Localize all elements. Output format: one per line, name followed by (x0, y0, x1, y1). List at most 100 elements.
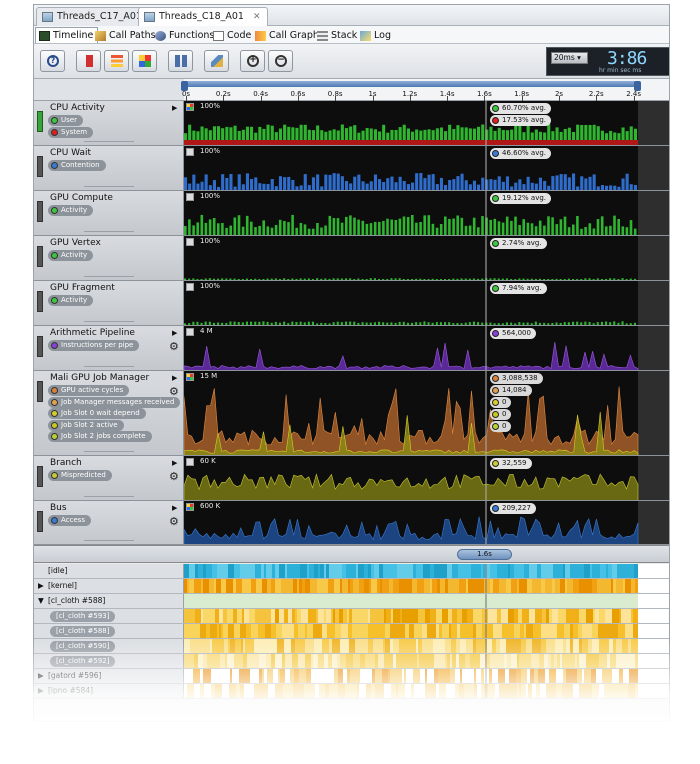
expand-arrow-icon[interactable]: ▶ (38, 581, 44, 590)
chart-area[interactable]: 15 M 3,088,538 14,084 0 0 0 (184, 371, 669, 455)
brush-button[interactable] (204, 50, 229, 72)
thread-heatmap[interactable] (184, 594, 669, 608)
settings-gear-icon[interactable]: ⚙ (169, 340, 179, 353)
tab-code[interactable]: Code (209, 27, 256, 43)
row-color-box[interactable] (186, 458, 194, 466)
thread-row[interactable]: ▼ [cl_cloth #588] (34, 594, 669, 609)
thread-heatmap[interactable] (184, 654, 669, 668)
row-drag-handle[interactable] (37, 111, 43, 132)
row-color-box[interactable] (186, 503, 194, 511)
tab-timeline[interactable]: Timeline (35, 27, 99, 43)
bookmark-button[interactable] (76, 50, 101, 72)
series-toggle[interactable]: Activity (48, 250, 94, 261)
view-splitter[interactable]: 1.6s (34, 545, 669, 563)
cursor-time-marker[interactable]: 1.6s (457, 549, 512, 560)
row-color-box[interactable] (186, 238, 194, 246)
collapse-arrow-icon[interactable]: ▼ (38, 596, 44, 605)
row-resize-grip[interactable] (84, 496, 134, 497)
zoom-out-button[interactable]: − (268, 50, 293, 72)
expand-arrow-icon[interactable]: ▶ (172, 329, 177, 337)
chart-area[interactable]: 4 M 564,000 (184, 326, 669, 370)
thread-heatmap[interactable] (184, 579, 669, 593)
thread-heatmap[interactable] (184, 624, 669, 638)
thread-row[interactable]: [cl_cloth #592] (34, 654, 669, 669)
series-toggle[interactable]: Contention (48, 160, 106, 171)
row-color-box[interactable] (186, 328, 194, 336)
series-toggle[interactable]: Job Slot 2 jobs complete (48, 431, 152, 442)
color-grid-button[interactable] (132, 50, 157, 72)
range-selection-bar[interactable] (181, 81, 641, 91)
thread-heatmap[interactable] (184, 684, 669, 698)
thread-row[interactable]: [cl_cloth #593] (34, 609, 669, 624)
row-drag-handle[interactable] (37, 336, 43, 357)
row-resize-grip[interactable] (84, 366, 134, 367)
series-toggle[interactable]: GPU active cycles (48, 385, 130, 396)
row-drag-handle[interactable] (37, 291, 43, 312)
expand-arrow-icon[interactable]: ▶ (38, 671, 44, 680)
series-toggle[interactable]: System (48, 126, 94, 138)
row-resize-grip[interactable] (84, 276, 134, 277)
tab-stack[interactable]: Stack (313, 27, 362, 43)
thread-row[interactable]: [idle] (34, 564, 669, 579)
chart-area[interactable]: 100% 2.74% avg. (184, 236, 669, 280)
close-tab-icon[interactable]: ✕ (253, 12, 261, 22)
row-drag-handle[interactable] (37, 381, 43, 402)
expand-arrow-icon[interactable]: ▶ (38, 686, 44, 695)
tab-log[interactable]: Log (356, 27, 396, 43)
row-drag-handle[interactable] (37, 201, 43, 222)
chart-area[interactable]: 60 K 32,559 (184, 456, 669, 500)
thread-row[interactable]: [cl_cloth #590] (34, 639, 669, 654)
row-drag-handle[interactable] (37, 156, 43, 177)
row-color-box[interactable] (186, 283, 194, 291)
series-toggle[interactable]: Job Slot 2 active (48, 419, 124, 431)
expand-arrow-icon[interactable]: ▶ (172, 504, 177, 512)
row-resize-grip[interactable] (84, 451, 134, 452)
row-color-box[interactable] (186, 103, 194, 111)
editor-tab-threads-c18[interactable]: Threads_C18_A01 ✕ (138, 7, 268, 26)
thread-row[interactable]: ▶ [ipno #584] (34, 684, 669, 699)
row-drag-handle[interactable] (37, 466, 43, 487)
series-toggle[interactable]: Activity (48, 205, 94, 216)
row-resize-grip[interactable] (84, 540, 134, 541)
row-resize-grip[interactable] (84, 186, 134, 187)
series-toggle[interactable]: Job Manager messages received (48, 396, 181, 408)
editor-tab-threads-c17[interactable]: Threads_C17_A01 (36, 7, 149, 26)
chart-area[interactable]: 100% 60.70% avg. 17.53% avg. (184, 101, 669, 145)
chart-area[interactable]: 100% 19.12% avg. (184, 191, 669, 235)
row-color-box[interactable] (186, 148, 194, 156)
row-resize-grip[interactable] (84, 231, 134, 232)
thread-heatmap[interactable] (184, 669, 669, 683)
row-drag-handle[interactable] (37, 511, 43, 532)
thread-heatmap[interactable] (184, 639, 669, 653)
series-toggle[interactable]: Mispredicted (48, 470, 112, 481)
row-drag-handle[interactable] (37, 246, 43, 267)
settings-gear-icon[interactable]: ⚙ (169, 470, 179, 483)
row-resize-grip[interactable] (84, 141, 134, 142)
row-color-box[interactable] (186, 373, 194, 381)
series-toggle[interactable]: User (48, 115, 83, 126)
row-color-box[interactable] (186, 193, 194, 201)
thread-heatmap[interactable] (184, 609, 669, 623)
call-stack-button[interactable] (104, 50, 129, 72)
expand-arrow-icon[interactable]: ▶ (172, 374, 177, 382)
settings-gear-icon[interactable]: ⚙ (169, 515, 179, 528)
expand-arrow-icon[interactable]: ▶ (172, 104, 177, 112)
row-resize-grip[interactable] (84, 321, 134, 322)
series-toggle[interactable]: Job Slot 0 wait depend (48, 408, 146, 419)
series-toggle[interactable]: Activity (48, 295, 94, 306)
time-ruler[interactable]: 0s 0.2s 0.4s 0.6s 0.8s 1s 1.2s 1.4s 1.6s 1.8s 2s 2.… (181, 79, 669, 101)
thread-row[interactable]: ▶ [gatord #596] (34, 669, 669, 684)
series-toggle[interactable]: Instructions per pipe (48, 340, 140, 351)
thread-row[interactable]: ▶ [kernel] (34, 579, 669, 594)
zoom-in-button[interactable]: + (240, 50, 265, 72)
expand-arrow-icon[interactable]: ▶ (172, 459, 177, 467)
help-button[interactable]: ? (40, 50, 65, 72)
series-toggle[interactable]: Access (48, 515, 91, 526)
split-view-button[interactable] (168, 50, 193, 72)
chart-area[interactable]: 600 K 209,227 (184, 501, 669, 544)
thread-heatmap[interactable] (184, 564, 669, 578)
thread-row[interactable]: [cl_cloth #588] (34, 624, 669, 639)
resolution-select[interactable]: 20ms ▾ (551, 52, 588, 64)
chart-area[interactable]: 100% 46.60% avg. (184, 146, 669, 190)
chart-area[interactable]: 100% 7.94% avg. (184, 281, 669, 325)
